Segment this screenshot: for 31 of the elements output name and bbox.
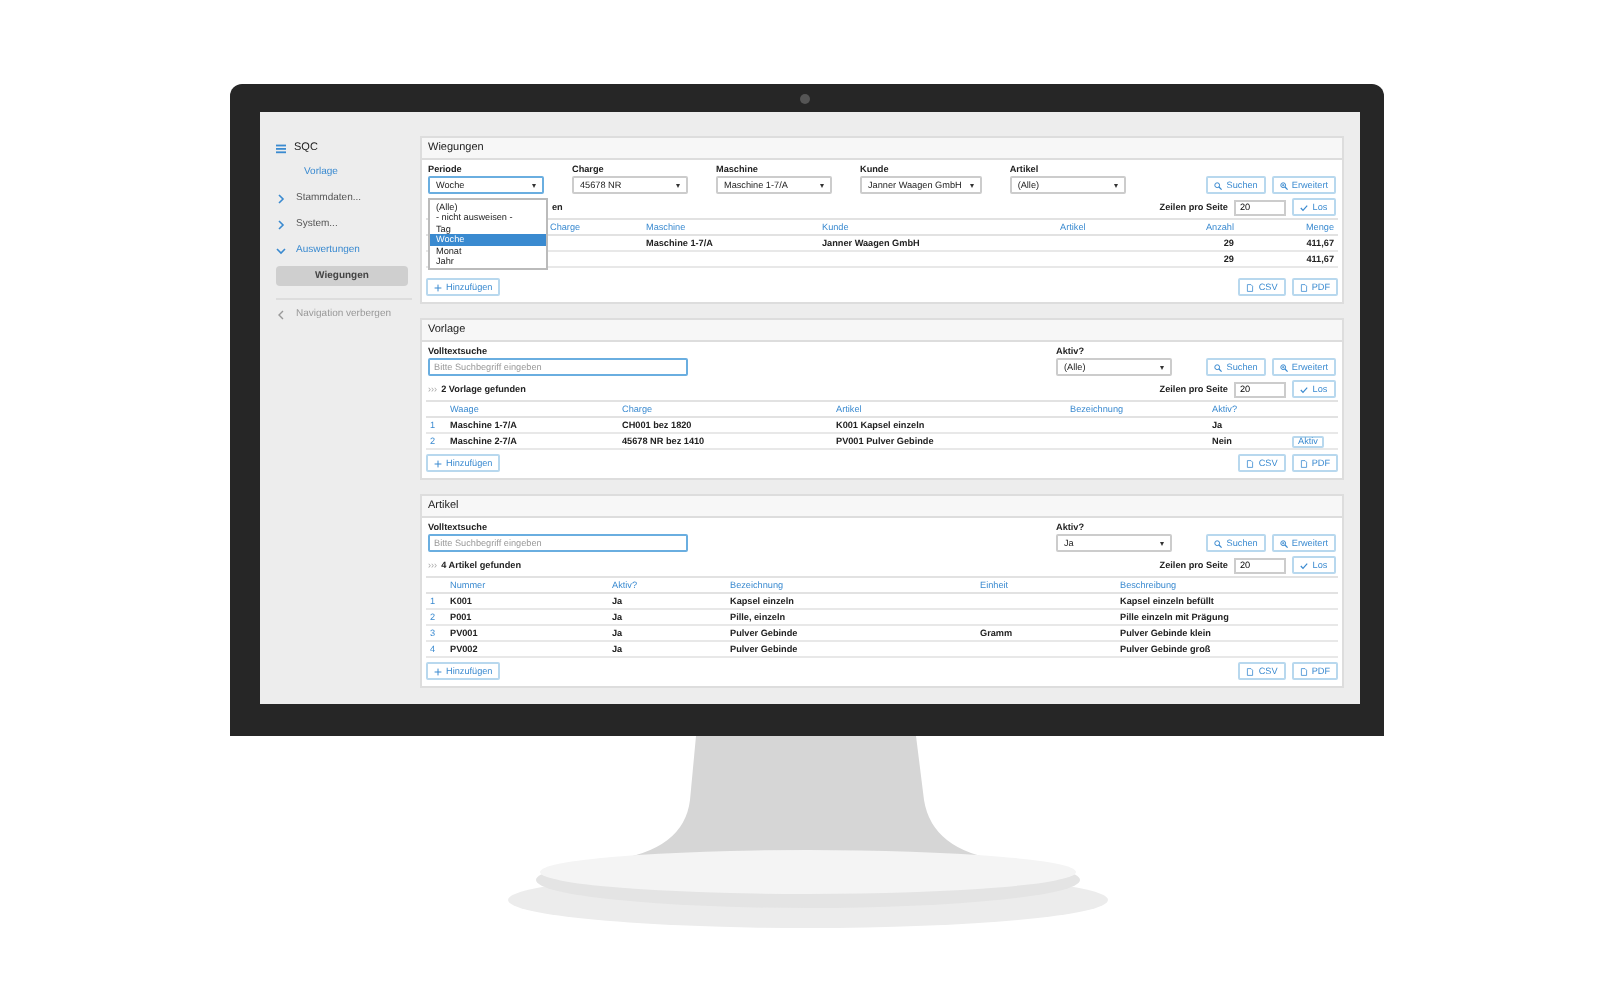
plus-icon [434,283,442,291]
document-icon [1299,459,1308,467]
camera-icon [800,94,810,104]
caret-icon [1160,541,1164,545]
zoom-in-icon [1279,363,1288,371]
plus-icon [434,667,442,675]
caret-icon [1160,365,1164,369]
check-icon [1300,203,1309,211]
caret-icon [820,183,824,187]
caret-icon [1113,183,1118,187]
document-icon [1246,459,1255,467]
caret-icon [676,183,680,187]
document-icon [1299,667,1308,675]
search-icon [1214,363,1223,371]
menu-icon[interactable] [276,143,286,153]
document-icon [1246,667,1255,675]
check-icon [1300,385,1309,393]
chevron-right-icon[interactable] [276,220,286,230]
chevron-left-icon[interactable] [276,309,286,319]
document-icon [1246,283,1255,291]
check-icon [1300,561,1309,569]
search-icon [1214,181,1223,189]
document-icon [1299,283,1308,291]
chevron-down-icon[interactable] [276,246,286,256]
zoom-in-icon [1279,539,1288,547]
chevron-right-icon[interactable] [276,194,286,204]
zoom-in-icon [1279,181,1288,189]
caret-icon [532,183,536,187]
plus-icon [434,459,442,467]
caret-icon [969,183,974,187]
search-icon [1214,539,1223,547]
